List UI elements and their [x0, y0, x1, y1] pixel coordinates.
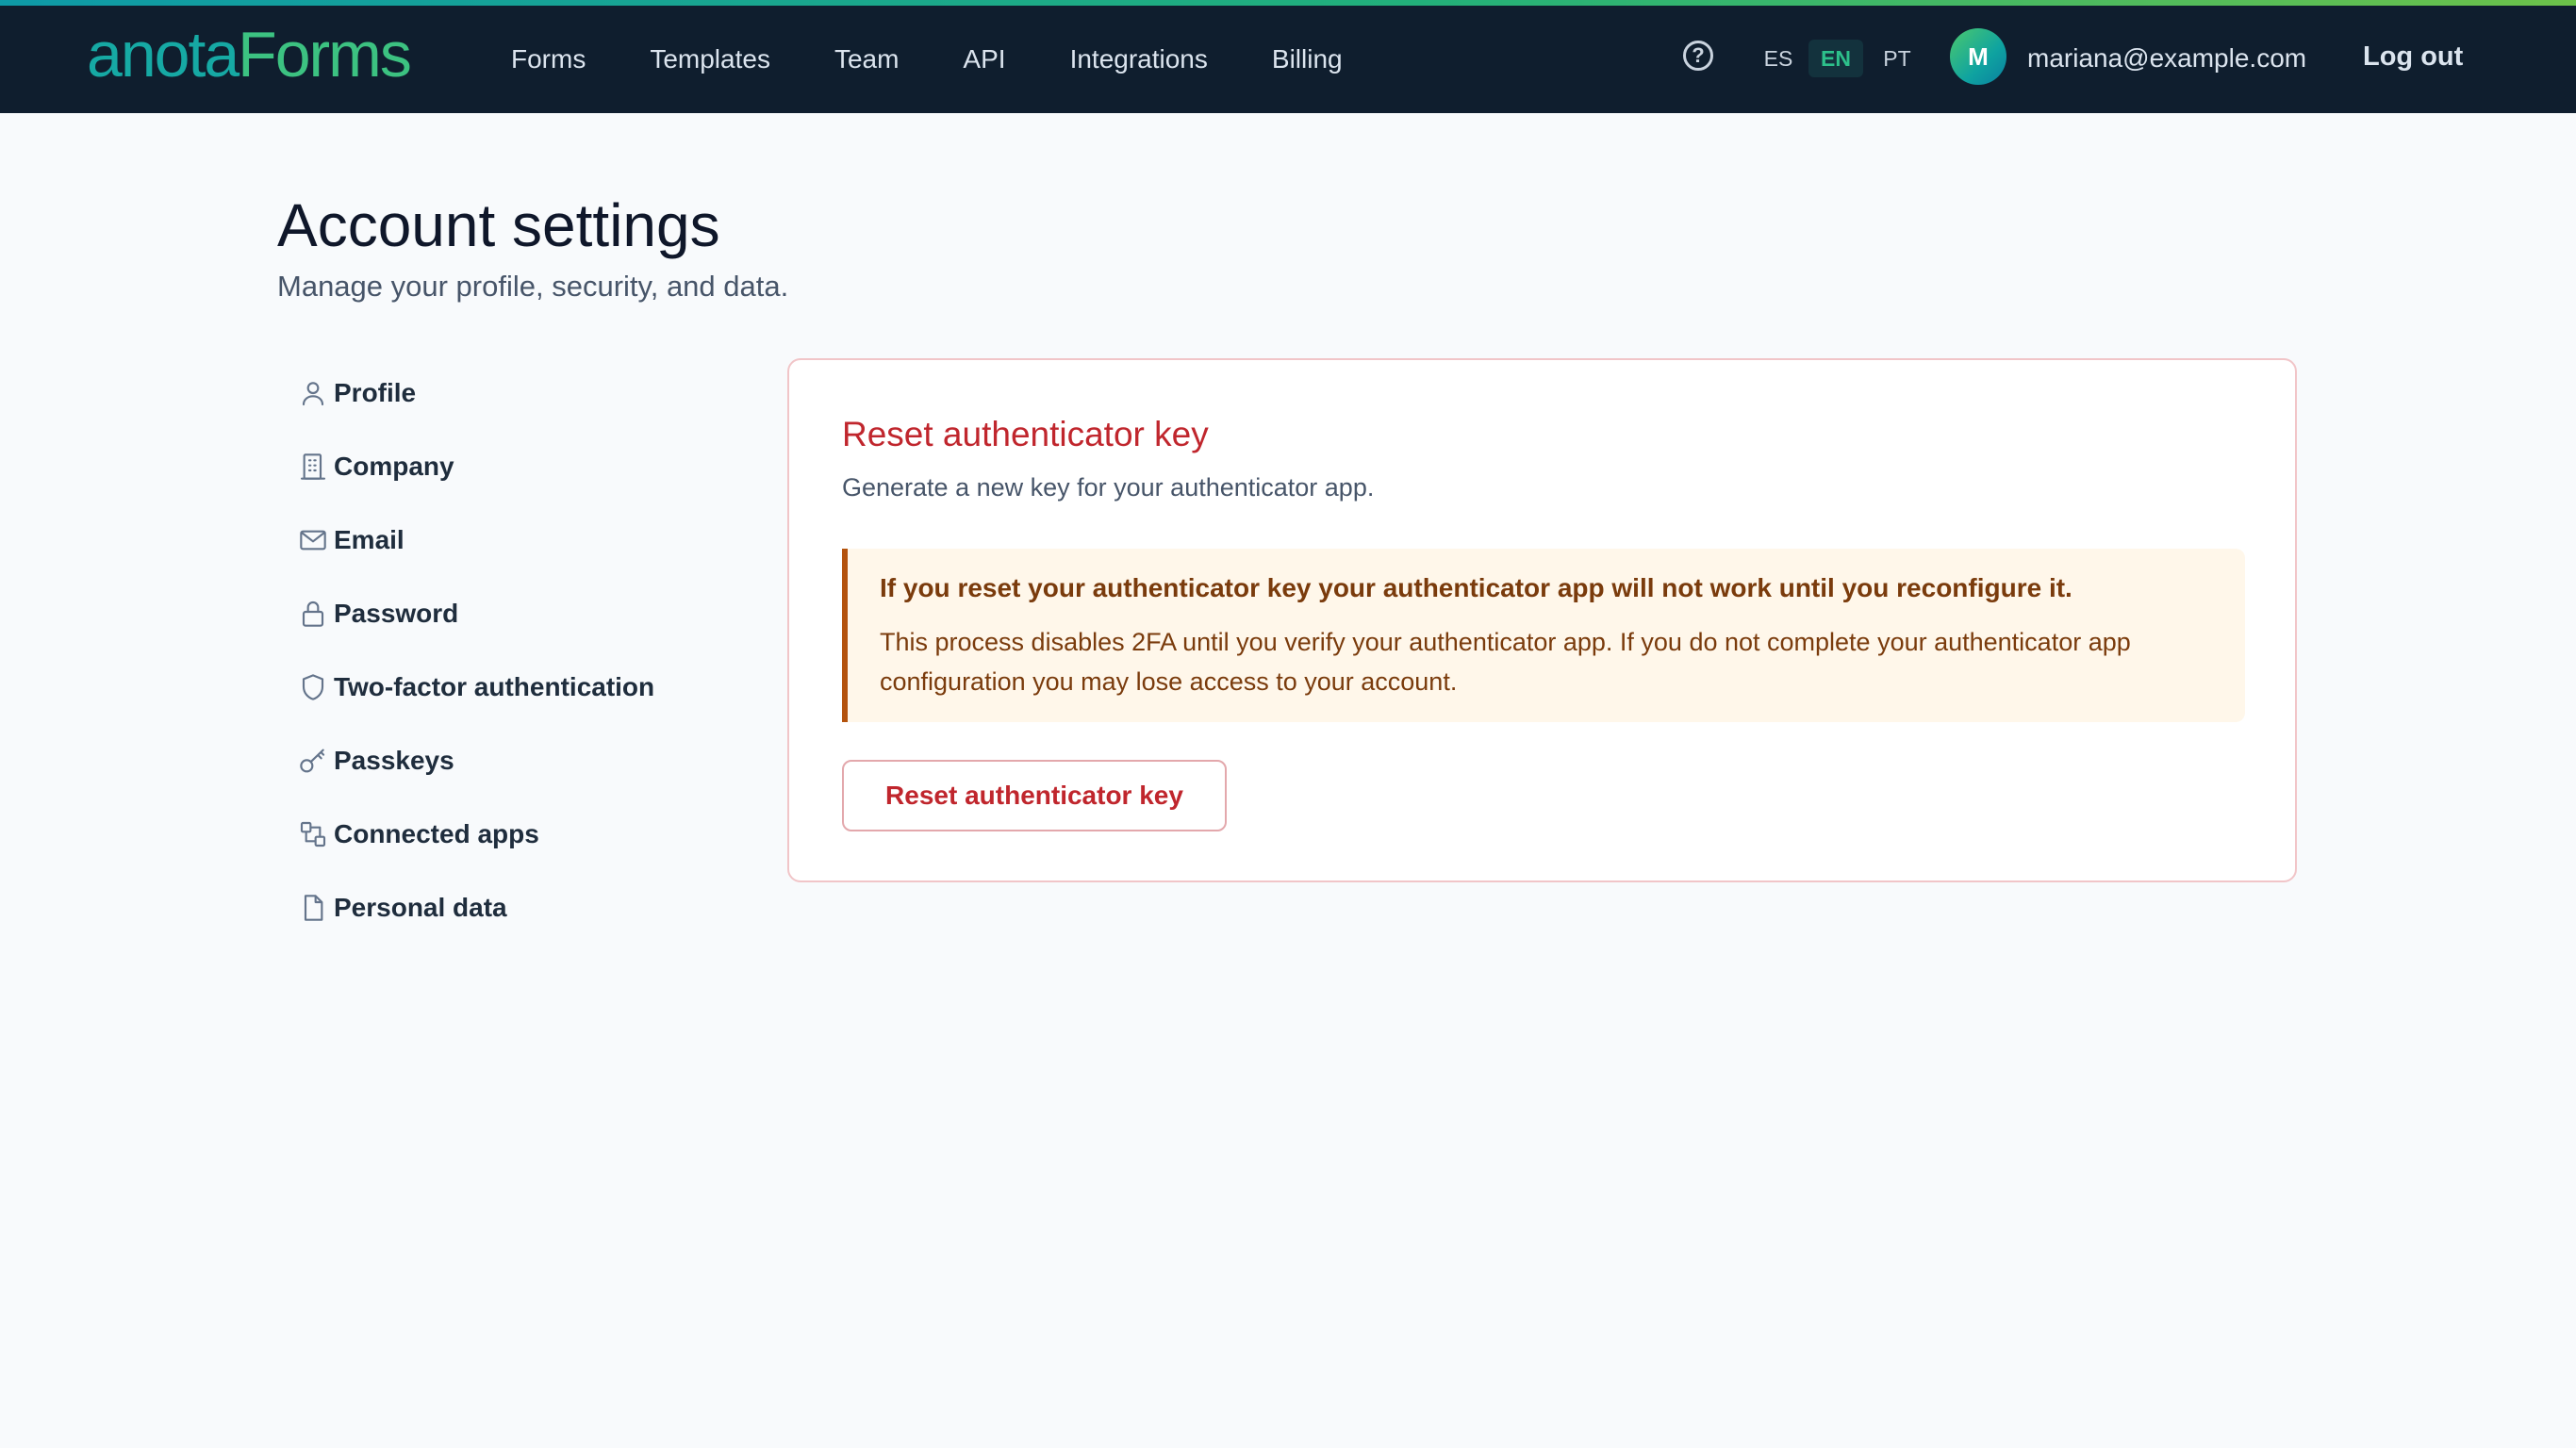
sidebar-item-label: Password — [334, 599, 459, 628]
logout-button[interactable]: Log out — [2363, 41, 2463, 73]
page-subtitle: Manage your profile, security, and data. — [277, 270, 789, 303]
warning-callout: If you reset your authenticator key your… — [842, 549, 2245, 722]
reset-authenticator-card: Reset authenticator key Generate a new k… — [787, 358, 2297, 882]
warning-title: If you reset your authenticator key your… — [880, 573, 2072, 602]
language-en[interactable]: EN — [1808, 40, 1863, 77]
reset-authenticator-key-button[interactable]: Reset authenticator key — [842, 760, 1227, 831]
user-icon — [277, 378, 334, 408]
connected-apps-icon — [277, 819, 334, 849]
sidebar-item-connected-apps[interactable]: Connected apps — [277, 798, 711, 871]
avatar[interactable]: M — [1950, 28, 2006, 85]
sidebar-item-two-factor[interactable]: Two-factor authentication — [277, 650, 711, 724]
mail-icon — [277, 525, 334, 555]
warning-body: This process disables 2FA until you veri… — [880, 628, 2131, 696]
sidebar-item-label: Profile — [334, 378, 417, 407]
sidebar-item-label: Email — [334, 525, 405, 554]
sidebar-item-company[interactable]: Company — [277, 430, 711, 503]
nav-link-templates[interactable]: Templates — [650, 44, 770, 74]
sidebar-item-personal-data[interactable]: Personal data — [277, 871, 711, 945]
sidebar-item-label: Passkeys — [334, 746, 454, 775]
sidebar-item-label: Personal data — [334, 893, 507, 922]
nav-link-forms[interactable]: Forms — [511, 44, 586, 74]
settings-sidebar: Profile Company Email Password Two-facto… — [277, 356, 711, 945]
nav-link-team[interactable]: Team — [834, 44, 899, 74]
building-icon — [277, 452, 334, 482]
sidebar-item-label: Connected apps — [334, 819, 539, 848]
brand-logo[interactable]: anotaForms — [87, 23, 412, 87]
nav-link-integrations[interactable]: Integrations — [1070, 44, 1208, 74]
sidebar-item-password[interactable]: Password — [277, 577, 711, 650]
brand-logo-part2: Forms — [238, 19, 412, 90]
lock-icon — [277, 599, 334, 629]
key-icon — [277, 746, 334, 776]
sidebar-item-label: Two-factor authentication — [334, 672, 655, 701]
main-nav: Forms Templates Team API Integrations Bi… — [511, 6, 1407, 113]
user-email[interactable]: mariana@example.com — [2027, 43, 2306, 74]
brand-logo-part1: anota — [87, 19, 239, 90]
help-icon[interactable]: ? — [1683, 41, 1713, 71]
card-title: Reset authenticator key — [842, 415, 1209, 453]
nav-link-api[interactable]: API — [963, 44, 1005, 74]
sidebar-item-email[interactable]: Email — [277, 503, 711, 577]
document-icon — [277, 893, 334, 923]
page-title: Account settings — [277, 191, 720, 259]
language-es[interactable]: ES — [1759, 40, 1797, 77]
sidebar-item-label: Company — [334, 452, 454, 481]
sidebar-item-profile[interactable]: Profile — [277, 356, 711, 430]
sidebar-item-passkeys[interactable]: Passkeys — [277, 724, 711, 798]
shield-icon — [277, 672, 334, 702]
top-navbar: anotaForms Forms Templates Team API Inte… — [0, 6, 2576, 113]
nav-link-billing[interactable]: Billing — [1272, 44, 1343, 74]
card-description: Generate a new key for your authenticato… — [842, 473, 1375, 502]
language-pt[interactable]: PT — [1876, 40, 1918, 77]
